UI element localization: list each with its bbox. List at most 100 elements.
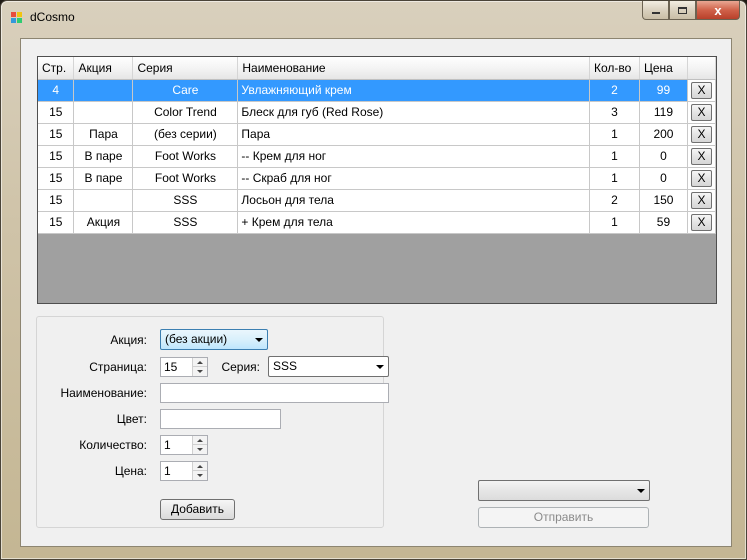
col-header-name[interactable]: Наименование xyxy=(237,57,591,80)
delete-row-button[interactable]: X xyxy=(690,147,712,165)
cell-promo[interactable]: Акция xyxy=(73,211,134,234)
cell-price[interactable]: 0 xyxy=(639,167,688,190)
cell-page[interactable]: 15 xyxy=(38,145,75,168)
cell-series[interactable]: Color Trend xyxy=(132,101,239,124)
arrow-down-icon[interactable] xyxy=(197,370,203,373)
delete-row-button[interactable]: X xyxy=(690,213,712,231)
table-row[interactable]: 15 SSS Лосьон для тела 2 150 X xyxy=(38,189,716,212)
cell-qty[interactable]: 1 xyxy=(589,145,640,168)
stepper-arrows xyxy=(192,358,207,376)
cell-promo[interactable] xyxy=(73,101,134,124)
cell-name[interactable]: -- Крем для ног xyxy=(237,145,591,168)
qty-stepper[interactable]: 1 xyxy=(160,435,208,455)
cell-page[interactable]: 15 xyxy=(38,123,75,146)
name-field[interactable] xyxy=(160,383,389,403)
col-header-delete[interactable] xyxy=(687,57,716,80)
cell-price[interactable]: 119 xyxy=(639,101,688,124)
page-label: Страница: xyxy=(89,360,147,374)
cell-page[interactable]: 4 xyxy=(38,79,75,102)
table-row[interactable]: 15 В паре Foot Works -- Крем для ног 1 0 X xyxy=(38,145,716,168)
stepper-arrows xyxy=(192,436,207,454)
color-field[interactable] xyxy=(160,409,281,429)
maximize-icon xyxy=(678,6,687,14)
app-window: dCosmo x Стр. Акция Серия Наименование К… xyxy=(0,0,747,560)
caption-buttons: x xyxy=(642,1,740,21)
cell-name[interactable]: -- Скраб для ног xyxy=(237,167,591,190)
cell-series[interactable]: Foot Works xyxy=(132,145,239,168)
cell-series[interactable]: Care xyxy=(132,79,239,102)
delete-row-button[interactable]: X xyxy=(690,191,712,209)
cell-price[interactable]: 59 xyxy=(639,211,688,234)
chevron-down-icon xyxy=(376,365,384,369)
cell-page[interactable]: 15 xyxy=(38,211,75,234)
cell-qty[interactable]: 2 xyxy=(589,79,640,102)
delete-row-button[interactable]: X xyxy=(690,169,712,187)
cell-price[interactable]: 0 xyxy=(639,145,688,168)
cell-qty[interactable]: 1 xyxy=(589,211,640,234)
cell-series[interactable]: Foot Works xyxy=(132,167,239,190)
delete-row-button[interactable]: X xyxy=(690,81,712,99)
recipient-select[interactable] xyxy=(478,480,650,501)
arrow-down-icon[interactable] xyxy=(197,448,203,451)
cell-series[interactable]: SSS xyxy=(132,189,239,212)
price-stepper[interactable]: 1 xyxy=(160,461,208,481)
cell-series[interactable]: (без серии) xyxy=(132,123,239,146)
series-select[interactable]: SSS xyxy=(268,356,389,377)
col-header-page[interactable]: Стр. xyxy=(38,57,75,80)
cell-page[interactable]: 15 xyxy=(38,101,75,124)
close-button[interactable]: x xyxy=(696,1,740,20)
send-button[interactable]: Отправить xyxy=(478,507,649,528)
cell-qty[interactable]: 1 xyxy=(589,123,640,146)
chevron-down-icon xyxy=(255,338,263,342)
cell-series[interactable]: SSS xyxy=(132,211,239,234)
table-row[interactable]: 15 Color Trend Блеск для губ (Red Rose) 3 11… xyxy=(38,101,716,124)
promo-select-value: (без акции) xyxy=(165,332,228,346)
minimize-icon xyxy=(651,11,660,14)
title-bar[interactable]: dCosmo x xyxy=(1,1,746,31)
cell-delete: X xyxy=(687,101,716,124)
delete-row-button[interactable]: X xyxy=(690,125,712,143)
cell-name[interactable]: Увлажняющий крем xyxy=(237,79,591,102)
cell-price[interactable]: 150 xyxy=(639,189,688,212)
col-header-promo[interactable]: Акция xyxy=(73,57,134,80)
promo-select[interactable]: (без акции) xyxy=(160,329,268,350)
cell-name[interactable]: + Крем для тела xyxy=(237,211,591,234)
page-stepper[interactable]: 15 xyxy=(160,357,208,377)
order-grid[interactable]: Стр. Акция Серия Наименование Кол-во Цен… xyxy=(37,56,717,304)
cell-qty[interactable]: 2 xyxy=(589,189,640,212)
cell-promo[interactable] xyxy=(73,79,134,102)
stepper-divider xyxy=(193,366,207,367)
arrow-up-icon[interactable] xyxy=(197,465,203,468)
table-row[interactable]: 15 Акция SSS + Крем для тела 1 59 X xyxy=(38,211,716,234)
delete-row-button[interactable]: X xyxy=(690,103,712,121)
cell-qty[interactable]: 1 xyxy=(589,167,640,190)
cell-name[interactable]: Лосьон для тела xyxy=(237,189,591,212)
col-header-series[interactable]: Серия xyxy=(132,57,239,80)
cell-name[interactable]: Блеск для губ (Red Rose) xyxy=(237,101,591,124)
cell-price[interactable]: 99 xyxy=(639,79,688,102)
arrow-up-icon[interactable] xyxy=(197,361,203,364)
col-header-qty[interactable]: Кол-во xyxy=(589,57,640,80)
minimize-button[interactable] xyxy=(642,1,669,20)
series-label: Серия: xyxy=(221,360,260,374)
cell-promo[interactable]: В паре xyxy=(73,167,134,190)
arrow-down-icon[interactable] xyxy=(197,474,203,477)
add-button[interactable]: Добавить xyxy=(160,499,235,520)
arrow-up-icon[interactable] xyxy=(197,439,203,442)
cell-promo[interactable]: Пара xyxy=(73,123,134,146)
cell-price[interactable]: 200 xyxy=(639,123,688,146)
table-row[interactable]: 4 Care Увлажняющий крем 2 99 X xyxy=(38,79,716,102)
cell-page[interactable]: 15 xyxy=(38,167,75,190)
cell-page[interactable]: 15 xyxy=(38,189,75,212)
cell-name[interactable]: Пара xyxy=(237,123,591,146)
maximize-button[interactable] xyxy=(669,1,696,20)
cell-delete: X xyxy=(687,211,716,234)
col-header-price[interactable]: Цена xyxy=(639,57,688,80)
table-row[interactable]: 15 Пара (без серии) Пара 1 200 X xyxy=(38,123,716,146)
cell-qty[interactable]: 3 xyxy=(589,101,640,124)
stepper-arrows xyxy=(192,462,207,480)
cell-promo[interactable] xyxy=(73,189,134,212)
cell-promo[interactable]: В паре xyxy=(73,145,134,168)
cell-delete: X xyxy=(687,167,716,190)
table-row[interactable]: 15 В паре Foot Works -- Скраб для ног 1 0 X xyxy=(38,167,716,190)
